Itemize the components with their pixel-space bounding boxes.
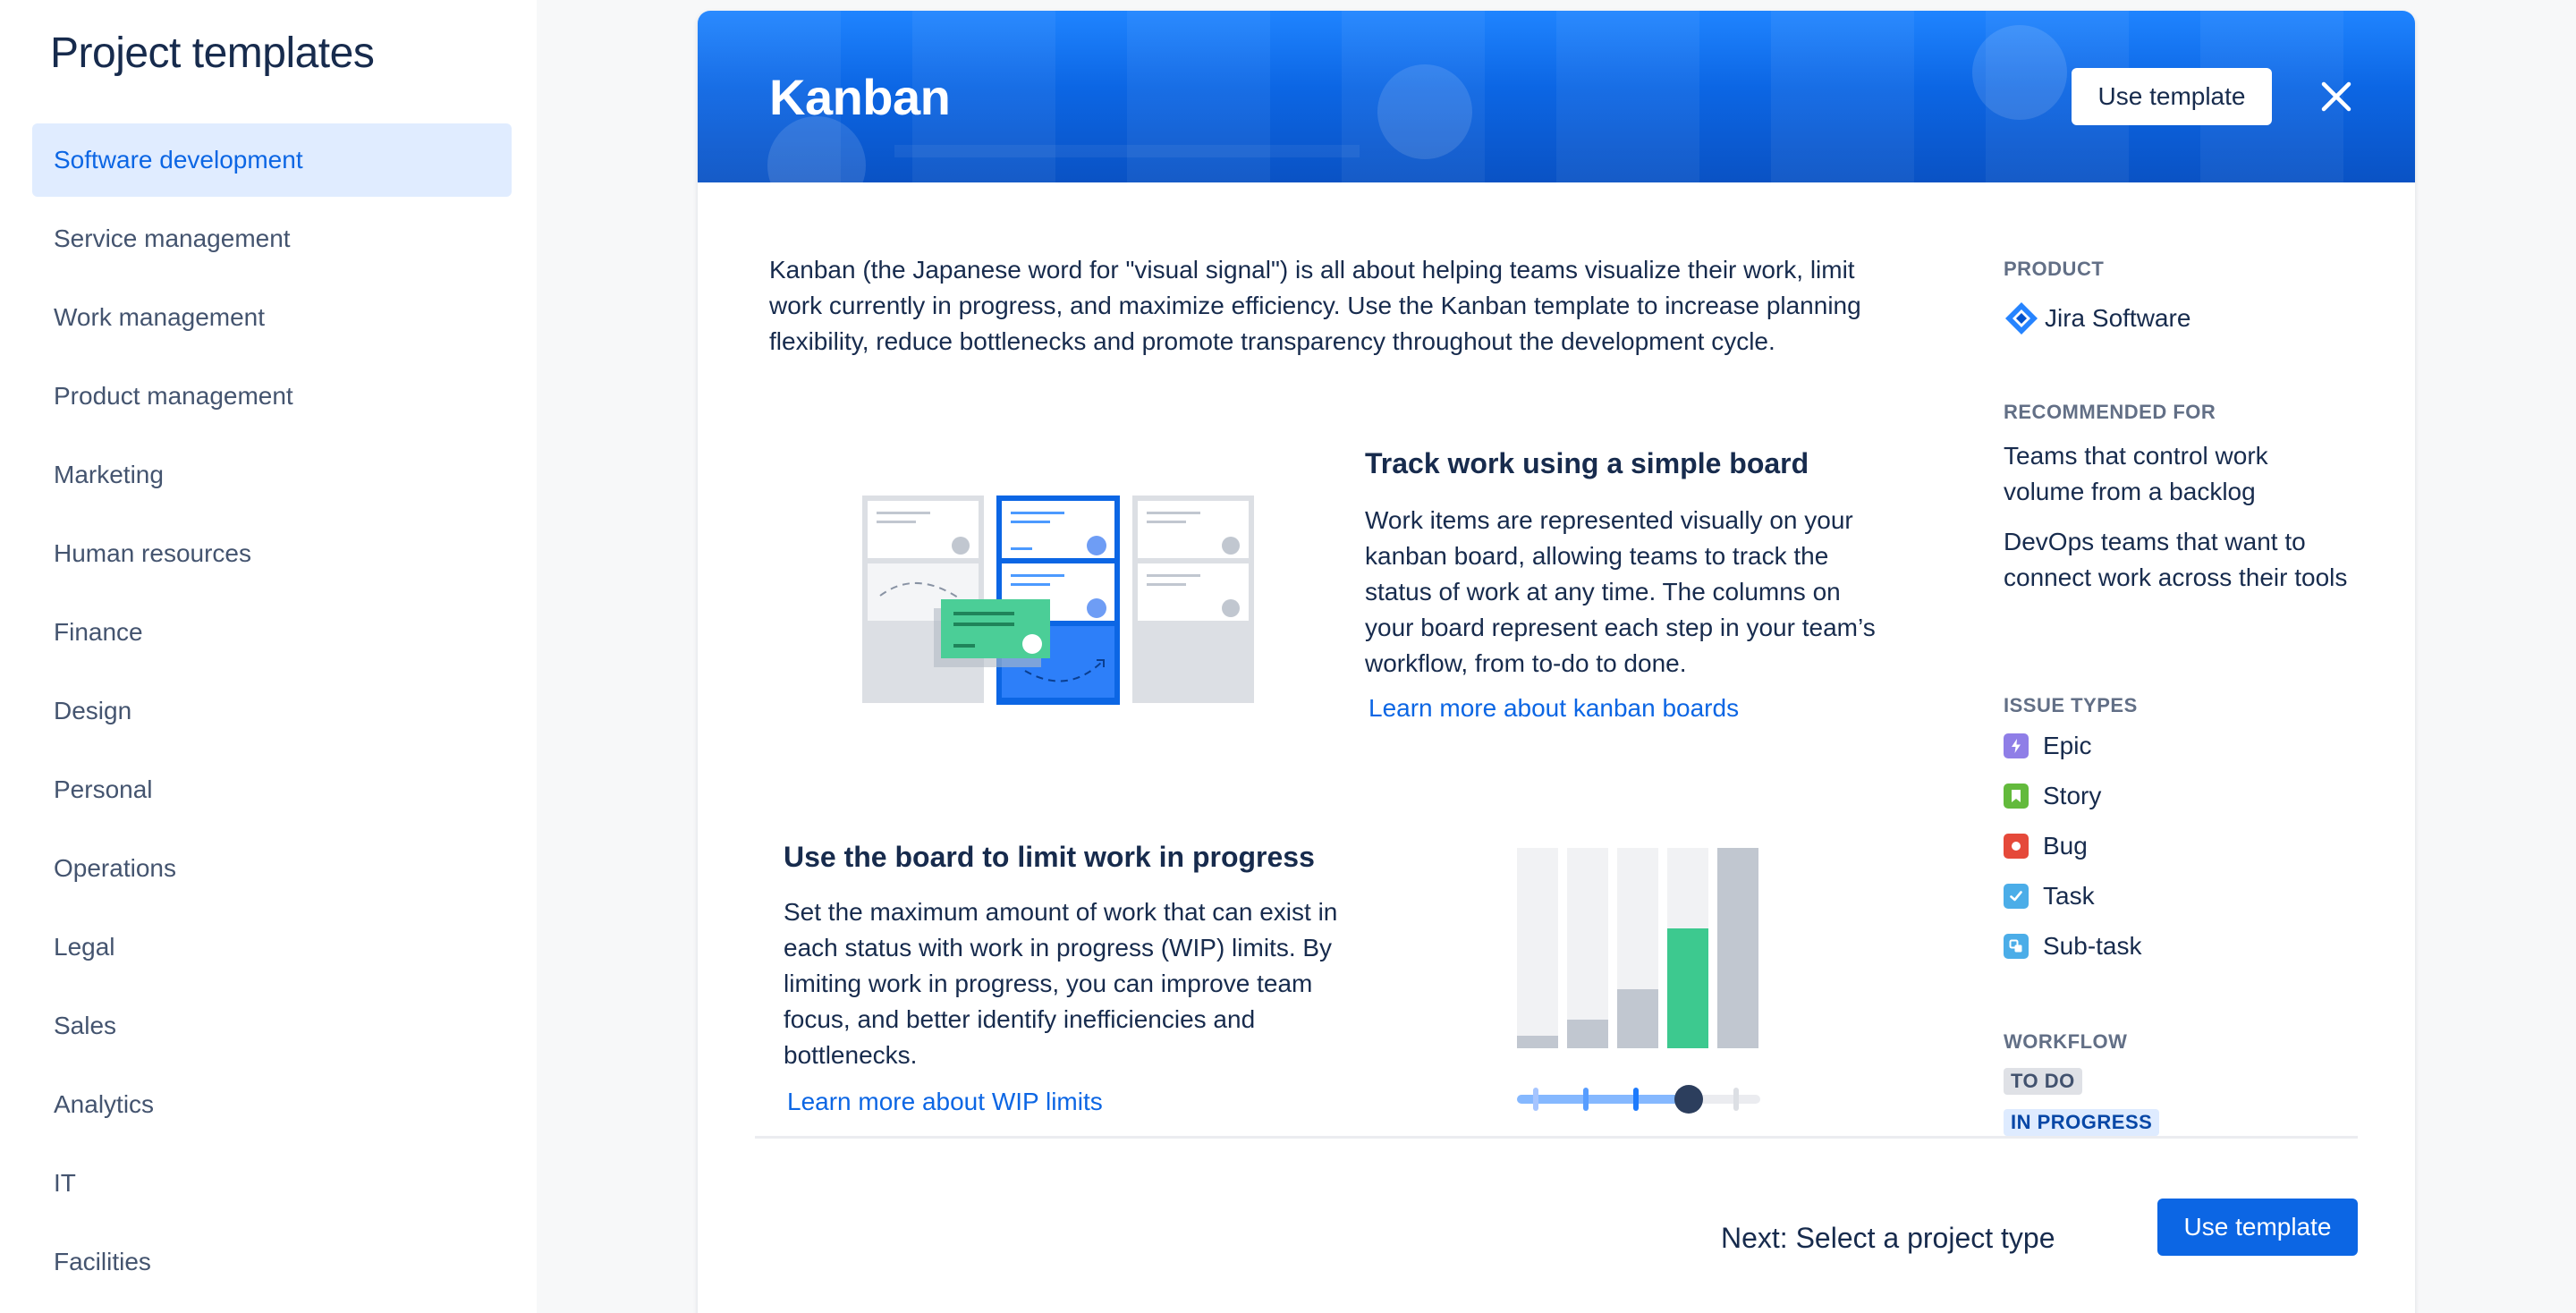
wip-limits-illustration: [1517, 848, 1760, 1114]
task-icon: [2004, 884, 2029, 909]
recommended-item: Teams that control work volume from a ba…: [2004, 442, 2268, 505]
sidebar-item-operations[interactable]: Operations: [32, 832, 512, 905]
section-body-simple-board: Work items are represented visually on y…: [1365, 506, 1876, 677]
issue-type-subtask: Sub-task: [2004, 932, 2142, 961]
workflow-status-in-progress: IN PROGRESS: [2004, 1109, 2160, 1136]
section-body-wip: Set the maximum amount of work that can …: [784, 898, 1338, 1069]
sidebar: Project templates Software development S…: [0, 0, 537, 1313]
next-step-text: Next: Select a project type: [1721, 1222, 2055, 1254]
recommended-label: RECOMMENDED FOR: [2004, 401, 2216, 423]
sidebar-item-personal[interactable]: Personal: [32, 753, 512, 826]
close-icon: [2321, 81, 2351, 112]
sidebar-item-it[interactable]: IT: [32, 1147, 512, 1220]
story-icon: [2004, 784, 2029, 809]
template-title: Kanban: [769, 69, 951, 125]
sidebar-item-facilities[interactable]: Facilities: [32, 1225, 512, 1299]
jira-software-icon: [2005, 302, 2038, 335]
issue-types-label: ISSUE TYPES: [2004, 694, 2138, 716]
template-banner: Kanban Use template: [698, 11, 2415, 182]
banner-decoration: [1972, 25, 2067, 120]
recommended-item: DevOps teams that want to connect work a…: [2004, 528, 2348, 591]
product-row: Jira Software: [2004, 301, 2190, 336]
issue-type-label: Sub-task: [2043, 932, 2142, 960]
sidebar-item-marketing[interactable]: Marketing: [32, 438, 512, 512]
issue-type-task: Task: [2004, 882, 2095, 911]
epic-icon: [2004, 733, 2029, 758]
use-template-button-top[interactable]: Use template: [2072, 68, 2272, 125]
sidebar-item-legal[interactable]: Legal: [32, 911, 512, 984]
template-detail-card: Kanban Use template Kanban (the Japanese…: [698, 11, 2415, 1313]
sidebar-item-work-management[interactable]: Work management: [32, 281, 512, 354]
sidebar-item-finance[interactable]: Finance: [32, 596, 512, 669]
use-template-button[interactable]: Use template: [2157, 1199, 2358, 1256]
issue-type-label: Bug: [2043, 832, 2088, 860]
issue-type-story: Story: [2004, 782, 2101, 810]
issue-type-bug: Bug: [2004, 832, 2088, 860]
main-area: Kanban Use template Kanban (the Japanese…: [537, 0, 2576, 1313]
bug-icon: [2004, 834, 2029, 859]
issue-type-label: Epic: [2043, 732, 2092, 759]
sidebar-item-human-resources[interactable]: Human resources: [32, 517, 512, 590]
learn-more-wip-link[interactable]: Learn more about WIP limits: [787, 1088, 1103, 1116]
issue-type-epic: Epic: [2004, 732, 2091, 760]
subtask-icon: [2004, 934, 2029, 959]
category-list: Software development Service management …: [32, 123, 512, 1304]
workflow-label: WORKFLOW: [2004, 1030, 2128, 1053]
product-name: Jira Software: [2045, 304, 2191, 332]
template-description: Kanban (the Japanese word for "visual si…: [769, 256, 1861, 355]
sidebar-item-software-development[interactable]: Software development: [32, 123, 512, 197]
sidebar-item-product-management[interactable]: Product management: [32, 360, 512, 433]
section-heading-wip: Use the board to limit work in progress: [784, 841, 1315, 873]
close-button[interactable]: [2315, 75, 2358, 118]
sidebar-item-design[interactable]: Design: [32, 674, 512, 748]
issue-type-label: Story: [2043, 782, 2102, 809]
learn-more-kanban-link[interactable]: Learn more about kanban boards: [1368, 694, 1739, 723]
sidebar-item-sales[interactable]: Sales: [32, 989, 512, 1063]
section-heading-simple-board: Track work using a simple board: [1365, 447, 1809, 479]
banner-decoration: [894, 145, 1360, 157]
footer-divider: [755, 1136, 2358, 1139]
banner-decoration: [1377, 64, 1472, 159]
sidebar-item-service-management[interactable]: Service management: [32, 202, 512, 275]
kanban-board-illustration: [862, 496, 1254, 705]
issue-type-label: Task: [2043, 882, 2095, 910]
product-label: PRODUCT: [2004, 258, 2105, 280]
workflow-status-todo: TO DO: [2004, 1068, 2082, 1095]
sidebar-title: Project templates: [50, 30, 375, 77]
sidebar-item-analytics[interactable]: Analytics: [32, 1068, 512, 1141]
